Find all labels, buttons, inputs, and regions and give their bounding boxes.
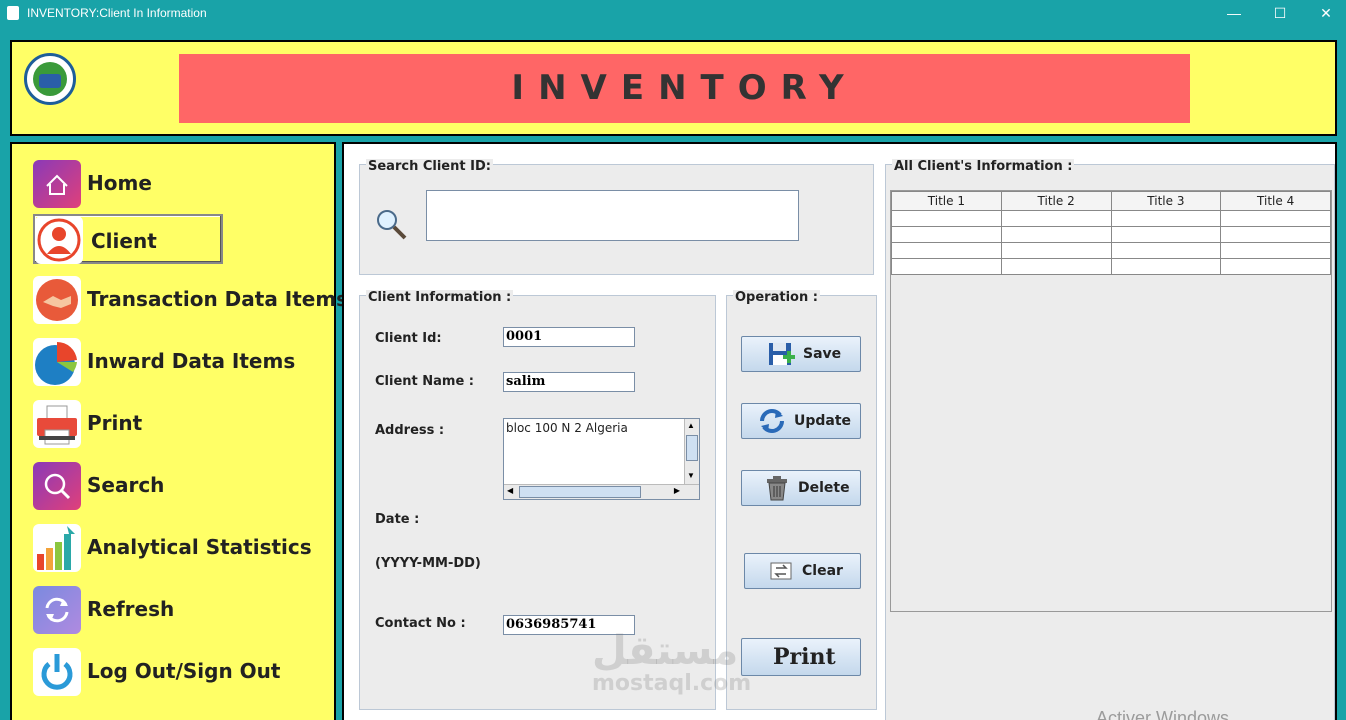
clear-button[interactable]: Clear <box>744 553 861 589</box>
client-table-viewport[interactable]: Title 1 Title 2 Title 3 Title 4 <box>890 190 1332 612</box>
client-main-panel: Search Client ID: Client Information : C… <box>342 142 1337 720</box>
sidebar-item-transaction-data-items[interactable]: Transaction Data Items <box>33 274 348 324</box>
clear-icon <box>768 558 796 584</box>
sidebar-item-label: Transaction Data Items <box>87 287 349 311</box>
print-button[interactable]: Print <box>741 638 861 676</box>
delete-button[interactable]: Delete <box>741 470 861 506</box>
windows-activation-notice: Activer Windows <box>1096 708 1230 720</box>
close-button[interactable]: ✕ <box>1303 0 1346 27</box>
window-title: INVENTORY:Client In Information <box>27 6 207 20</box>
home-icon <box>33 160 81 208</box>
table-row[interactable] <box>891 258 1331 275</box>
sidebar-item-label: Log Out/Sign Out <box>87 659 281 683</box>
column-header[interactable]: Title 3 <box>1110 191 1222 211</box>
table-row[interactable] <box>891 242 1331 259</box>
banner-title: INVENTORY <box>511 68 858 108</box>
client-info-panel-title: Client Information : <box>366 290 514 305</box>
client-id-label: Client Id: <box>375 331 442 346</box>
search-client-id-input[interactable] <box>426 190 799 241</box>
sidebar-item-label: Refresh <box>87 597 175 621</box>
organization-logo <box>24 53 76 105</box>
minimize-button[interactable]: — <box>1211 0 1257 27</box>
all-clients-panel: All Client's Information : Title 1 Title… <box>885 159 1335 720</box>
search-panel-title: Search Client ID: <box>366 159 493 174</box>
sidebar-item-inward-data-items[interactable]: Inward Data Items <box>33 336 333 386</box>
column-header[interactable]: Title 2 <box>1000 191 1112 211</box>
refresh-icon <box>33 586 81 634</box>
sidebar-item-label: Search <box>87 473 165 497</box>
sidebar-item-client[interactable]: Client <box>33 214 223 264</box>
sidebar-item-label: Print <box>87 411 143 435</box>
sidebar-item-log-out[interactable]: Log Out/Sign Out <box>33 646 333 696</box>
operation-panel-title: Operation : <box>733 290 820 305</box>
header-panel: INVENTORY <box>10 40 1337 136</box>
java-app-icon <box>7 6 19 20</box>
contact-label: Contact No : <box>375 616 466 631</box>
magnifier-icon <box>374 207 408 241</box>
bar-chart-icon <box>33 524 81 572</box>
clear-button-label: Clear <box>802 563 843 579</box>
sidebar-item-search[interactable]: Search <box>33 460 333 510</box>
sidebar-item-label: Home <box>87 171 152 195</box>
client-id-field[interactable]: 0001 <box>503 327 635 347</box>
sidebar-item-label: Inward Data Items <box>87 349 296 373</box>
watermark-arabic: مستقل <box>592 628 739 674</box>
sidebar-nav: Home Client Transaction Data Items Inwar… <box>10 142 348 720</box>
search-icon <box>33 462 81 510</box>
save-button-label: Save <box>803 346 842 362</box>
update-button[interactable]: Update <box>741 403 861 439</box>
inventory-banner: INVENTORY <box>179 54 1190 123</box>
update-button-label: Update <box>794 413 852 429</box>
window-titlebar: INVENTORY:Client In Information — ☐ ✕ <box>0 0 1346 27</box>
client-table[interactable]: Title 1 Title 2 Title 3 Title 4 <box>891 191 1331 275</box>
save-button[interactable]: Save <box>741 336 861 372</box>
horizontal-scrollbar[interactable]: ◀ ▶ <box>504 484 699 499</box>
table-row[interactable] <box>891 210 1331 227</box>
vertical-scrollbar[interactable]: ▲ ▼ <box>684 419 699 485</box>
floppy-disk-icon <box>767 341 795 367</box>
address-textarea[interactable]: bloc 100 N 2 Algeria ▲ ▼ ◀ ▶ <box>503 418 700 500</box>
handshake-icon <box>33 276 81 324</box>
table-row[interactable] <box>891 226 1331 243</box>
sidebar-item-label: Client <box>91 229 157 253</box>
date-label: Date : <box>375 512 420 527</box>
user-icon <box>35 216 83 264</box>
client-name-field[interactable]: salim <box>503 372 635 392</box>
table-header-row: Title 1 Title 2 Title 3 Title 4 <box>891 191 1331 211</box>
power-icon <box>33 648 81 696</box>
search-client-panel: Search Client ID: <box>359 159 874 275</box>
column-header[interactable]: Title 4 <box>1220 191 1331 211</box>
watermark-latin: mostaql.com <box>592 671 752 696</box>
maximize-button[interactable]: ☐ <box>1257 0 1303 27</box>
sidebar-item-print[interactable]: Print <box>33 398 333 448</box>
date-format-label: (YYYY-MM-DD) <box>375 556 481 571</box>
column-header[interactable]: Title 1 <box>891 191 1002 211</box>
trash-icon <box>763 475 791 501</box>
all-clients-panel-title: All Client's Information : <box>892 159 1075 174</box>
sync-icon <box>758 408 786 434</box>
client-name-label: Client Name : <box>375 374 475 389</box>
sidebar-item-home[interactable]: Home <box>33 158 333 208</box>
address-label: Address : <box>375 423 445 438</box>
sidebar-item-label: Analytical Statistics <box>87 535 312 559</box>
watermark: مستقل mostaql.com <box>592 630 751 696</box>
delete-button-label: Delete <box>798 480 850 496</box>
sidebar-item-analytical-statistics[interactable]: Analytical Statistics <box>33 522 333 572</box>
print-button-label: Print <box>773 644 836 670</box>
sidebar-item-refresh[interactable]: Refresh <box>33 584 333 634</box>
pie-chart-icon <box>33 338 81 386</box>
printer-icon <box>33 400 81 448</box>
address-text: bloc 100 N 2 Algeria <box>506 421 628 435</box>
